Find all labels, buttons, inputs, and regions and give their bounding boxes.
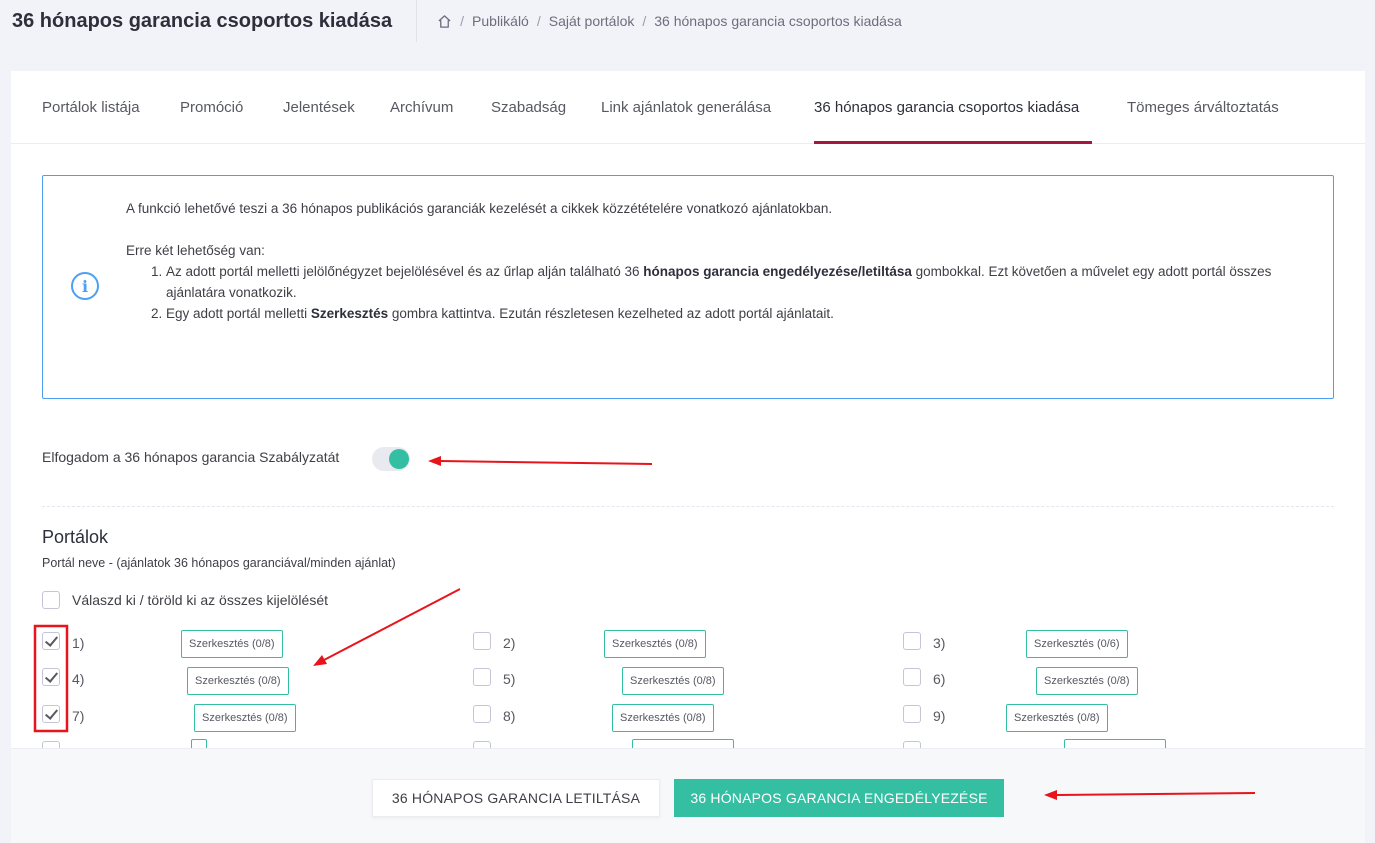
home-icon[interactable] [437,14,452,29]
portal-label-2: 2) [503,635,516,651]
portal-edit-button-7[interactable]: Szerkesztés (0/8) [194,704,296,732]
info-options-list: Az adott portál melletti jelölőnégyzet b… [126,261,1306,324]
portal-label-3: 3) [933,635,946,651]
breadcrumb-item-publikalo[interactable]: Publikáló [472,13,529,29]
tab-archivum[interactable]: Archívum [390,71,453,144]
portal-edit-button-4[interactable]: Szerkesztés (0/8) [187,667,289,695]
toggle-knob [389,449,409,469]
select-all-checkbox[interactable] [42,591,60,609]
tab-jelentesek[interactable]: Jelentések [283,71,355,144]
breadcrumb-separator: / [642,13,647,29]
portal-edit-button-5[interactable]: Szerkesztés (0/8) [622,667,724,695]
action-footer: 36 HÓNAPOS GARANCIA LETILTÁSA 36 HÓNAPOS… [11,748,1365,843]
portal-edit-button-8[interactable]: Szerkesztés (0/8) [612,704,714,732]
portal-edit-button-9[interactable]: Szerkesztés (0/8) [1006,704,1108,732]
portal-label-9: 9) [933,708,946,724]
info-box: i A funkció lehetővé teszi a 36 hónapos … [42,175,1334,399]
portal-edit-button-2[interactable]: Szerkesztés (0/8) [604,630,706,658]
portal-checkbox-3[interactable] [903,632,921,650]
page-title: 36 hónapos garancia csoportos kiadása [0,0,418,42]
tab-promocio[interactable]: Promóció [180,71,243,144]
breadcrumb-separator: / [460,13,465,29]
portal-edit-button-3[interactable]: Szerkesztés (0/6) [1026,630,1128,658]
top-bar: 36 hónapos garancia csoportos kiadása / … [0,0,1375,42]
portal-checkbox-5[interactable] [473,668,491,686]
info-option-1: Az adott portál melletti jelölőnégyzet b… [166,261,1306,303]
portal-edit-button-6[interactable]: Szerkesztés (0/8) [1036,667,1138,695]
portal-label-4: 4) [72,671,85,687]
portal-checkbox-7[interactable] [42,705,60,723]
portal-checkbox-2[interactable] [473,632,491,650]
tab-tomeges-arvaltoztatas[interactable]: Tömeges árváltoztatás [1127,71,1279,144]
breadcrumb-item-sajat-portalok[interactable]: Saját portálok [549,13,635,29]
terms-toggle[interactable] [372,447,410,471]
portal-label-1: 1) [72,635,85,651]
portal-checkbox-6[interactable] [903,668,921,686]
portal-checkbox-8[interactable] [473,705,491,723]
portals-title: Portálok [42,527,109,547]
portals-subtitle: Portál neve - (ajánlatok 36 hónapos gara… [42,556,396,570]
terms-row: Elfogadom a 36 hónapos garancia Szabályz… [42,447,682,477]
portal-label-8: 8) [503,708,516,724]
enable-guarantee-button[interactable]: 36 HÓNAPOS GARANCIA ENGEDÉLYEZÉSE [674,779,1004,817]
tab-portalok-listaja[interactable]: Portálok listája [42,71,140,144]
tab-bar: Portálok listája Promóció Jelentések Arc… [11,71,1365,144]
info-options-title: Erre két lehetőség van: [126,243,265,258]
tab-szabadsag[interactable]: Szabadság [491,71,566,144]
portal-label-6: 6) [933,671,946,687]
info-text: A funkció lehetővé teszi a 36 hónapos pu… [126,198,1306,324]
terms-label: Elfogadom a 36 hónapos garancia Szabályz… [42,449,340,465]
portal-checkbox-4[interactable] [42,668,60,686]
info-circle-icon: i [71,272,99,300]
portal-label-5: 5) [503,671,516,687]
breadcrumb-item-current: 36 hónapos garancia csoportos kiadása [654,13,902,29]
info-intro: A funkció lehetővé teszi a 36 hónapos pu… [126,201,833,216]
portal-edit-button-1[interactable]: Szerkesztés (0/8) [181,630,283,658]
main-card: Portálok listája Promóció Jelentések Arc… [11,71,1365,843]
tab-36-honapos-garancia[interactable]: 36 hónapos garancia csoportos kiadása [814,71,1092,144]
portal-label-7: 7) [72,708,85,724]
breadcrumb-separator: / [536,13,541,29]
disable-guarantee-button[interactable]: 36 HÓNAPOS GARANCIA LETILTÁSA [372,779,660,817]
tab-link-ajanlatok[interactable]: Link ajánlatok generálása [601,71,771,144]
portal-checkbox-1[interactable] [42,632,60,650]
breadcrumb: / Publikáló / Saját portálok / 36 hónapo… [417,13,902,29]
info-option-2: Egy adott portál melletti Szerkesztés go… [166,303,1306,324]
portal-checkbox-9[interactable] [903,705,921,723]
divider [42,506,1334,507]
select-all-label: Válaszd ki / töröld ki az összes kijelöl… [72,592,328,608]
